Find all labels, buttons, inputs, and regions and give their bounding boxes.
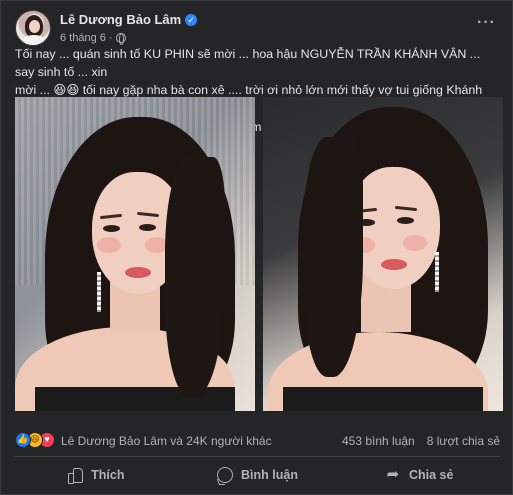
comment-button-label: Bình luận bbox=[241, 468, 298, 482]
share-button-label: Chia sẻ bbox=[408, 468, 454, 482]
author-avatar[interactable] bbox=[15, 10, 51, 46]
post-timestamp[interactable]: 6 tháng 6 bbox=[60, 32, 106, 44]
author-name[interactable]: Lê Dương Bảo Lâm bbox=[60, 12, 181, 27]
verified-badge-icon: ✓ bbox=[185, 13, 198, 26]
post-meta: 6 tháng 6 · bbox=[60, 32, 126, 45]
comment-button[interactable]: Bình luận bbox=[177, 459, 339, 491]
actions-divider bbox=[15, 456, 500, 457]
post-photo-2[interactable] bbox=[263, 97, 503, 411]
comment-count[interactable]: 453 bình luận bbox=[342, 434, 415, 448]
post-photo-1[interactable] bbox=[15, 97, 255, 411]
post-actions: Thích Bình luận ➦ Chia sẻ bbox=[15, 459, 500, 491]
like-button-label: Thích bbox=[91, 468, 125, 482]
like-button[interactable]: Thích bbox=[15, 459, 177, 491]
reaction-icons[interactable]: 👍 😆 ♥ bbox=[15, 432, 55, 448]
engagement-counts: 453 bình luận 8 lượt chia sẻ bbox=[342, 434, 500, 448]
facebook-post: Lê Dương Bảo Lâm ✓ 6 tháng 6 · ··· Tối n… bbox=[0, 0, 513, 495]
comment-icon bbox=[217, 467, 234, 483]
post-photos bbox=[15, 97, 503, 411]
globe-icon[interactable] bbox=[115, 33, 126, 45]
like-icon: 👍 bbox=[15, 432, 31, 448]
post-header: Lê Dương Bảo Lâm ✓ 6 tháng 6 · ··· bbox=[15, 10, 500, 50]
share-count[interactable]: 8 lượt chia sẻ bbox=[427, 434, 500, 448]
more-options-button[interactable]: ··· bbox=[477, 14, 496, 32]
author-name-row: Lê Dương Bảo Lâm ✓ bbox=[60, 12, 198, 27]
thumbs-up-icon bbox=[67, 467, 84, 484]
caption-line: Tối nay ... quán sinh tố KU PHIN sẽ mời … bbox=[15, 47, 481, 80]
share-icon: ➦ bbox=[386, 466, 400, 483]
share-button[interactable]: ➦ Chia sẻ bbox=[338, 459, 500, 491]
meta-separator: · bbox=[108, 32, 113, 44]
reaction-summary[interactable]: Lê Dương Bảo Lâm và 24K người khác bbox=[61, 434, 272, 448]
post-stats: 👍 😆 ♥ Lê Dương Bảo Lâm và 24K người khác… bbox=[15, 432, 500, 452]
